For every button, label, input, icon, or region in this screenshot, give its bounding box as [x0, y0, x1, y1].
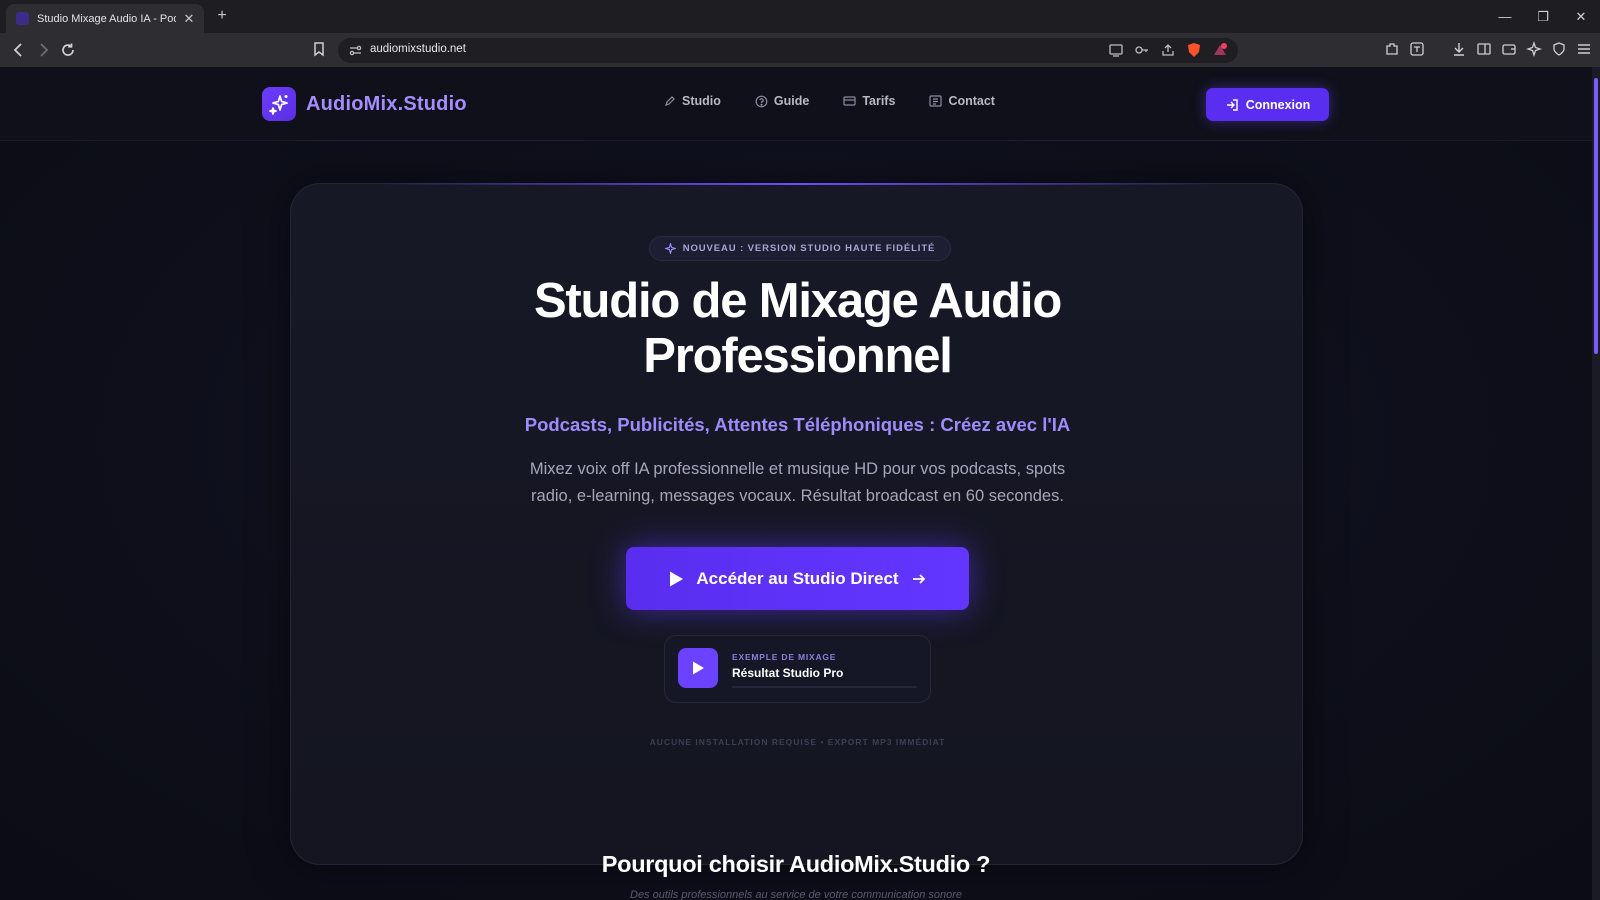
why-section-title: Pourquoi choisir AudioMix.Studio ? — [601, 851, 991, 877]
hero-subtitle: Podcasts, Publicités, Attentes Téléphoni… — [524, 414, 1071, 435]
scrollbar-thumb[interactable] — [1594, 78, 1598, 354]
back-button[interactable] — [10, 41, 30, 59]
tab-favicon-icon — [16, 12, 29, 25]
web-page: AudioMix.Studio Studio Guide Tarifs Cont… — [0, 67, 1592, 900]
sample-title: Résultat Studio Pro — [732, 666, 844, 680]
url-text: audiomixstudio.net — [370, 43, 466, 55]
card-icon — [843, 96, 856, 106]
badge-text: NOUVEAU : VERSION STUDIO HAUTE FIDÉLITÉ — [682, 243, 936, 254]
window-controls: — ❐ ✕ — [1486, 0, 1600, 33]
arrow-right-icon — [40, 43, 49, 57]
nav-label-studio: Studio — [682, 94, 721, 108]
site-settings-icon[interactable] — [349, 44, 362, 57]
brave-shield-icon[interactable] — [1186, 42, 1202, 58]
login-label: Connexion — [1245, 97, 1311, 112]
page-scrollbar[interactable] — [1592, 67, 1600, 900]
nav-item-tarifs[interactable]: Tarifs — [843, 94, 895, 108]
hero-title-line1: Studio de Mixage Audio — [533, 274, 1062, 328]
vpn-shield-icon[interactable] — [1551, 41, 1567, 57]
sample-play-button[interactable] — [678, 648, 718, 688]
wallet-icon[interactable] — [1501, 41, 1517, 57]
hero-title: Studio de Mixage Audio Professionnel — [291, 274, 1304, 384]
why-section-subtitle: Des outils professionnels au service de … — [630, 889, 962, 900]
reload-icon — [62, 43, 74, 56]
tab-title: Studio Mixage Audio IA - Podcast — [37, 12, 176, 25]
hero-card: NOUVEAU : VERSION STUDIO HAUTE FIDÉLITÉ … — [290, 183, 1303, 865]
nav-item-guide[interactable]: Guide — [755, 94, 809, 108]
share-icon[interactable] — [1160, 42, 1176, 58]
address-bar[interactable]: audiomixstudio.net — [338, 38, 1238, 63]
browser-tab-bar: Studio Mixage Audio IA - Podcast ✕ + — ❐… — [0, 0, 1600, 33]
close-window-button[interactable]: ✕ — [1562, 9, 1600, 25]
arrow-left-icon — [13, 43, 22, 57]
cta-label: Accéder au Studio Direct — [696, 568, 899, 588]
leo-ai-icon[interactable] — [1526, 41, 1542, 57]
pen-icon — [665, 96, 675, 106]
nav-item-contact[interactable]: Contact — [929, 94, 995, 108]
mix-sample-player: EXEMPLE DE MIXAGE Résultat Studio Pro — [664, 635, 931, 703]
new-version-badge: NOUVEAU : VERSION STUDIO HAUTE FIDÉLITÉ — [649, 236, 951, 261]
site-header: AudioMix.Studio Studio Guide Tarifs Cont… — [0, 67, 1592, 141]
hero-title-line2: Professionnel — [643, 329, 953, 383]
site-logo[interactable]: AudioMix.Studio — [262, 87, 467, 121]
help-circle-icon — [755, 95, 768, 107]
restore-button[interactable]: ❐ — [1524, 9, 1562, 25]
nav-label-contact: Contact — [948, 94, 995, 108]
translate-icon[interactable] — [1409, 41, 1425, 57]
sparkles-logo-icon — [262, 87, 296, 121]
nav-label-guide: Guide — [773, 94, 810, 108]
menu-icon[interactable] — [1576, 41, 1592, 57]
play-icon — [670, 571, 684, 586]
hero-glow-line — [381, 183, 1211, 185]
hero-description: Mixez voix off IA professionnelle et mus… — [529, 460, 1066, 505]
sample-progress-bar[interactable] — [732, 686, 917, 688]
forward-button[interactable] — [34, 41, 54, 59]
extensions-icon[interactable] — [1384, 41, 1400, 57]
nav-label-tarifs: Tarifs — [862, 94, 896, 108]
browser-tab-active[interactable]: Studio Mixage Audio IA - Podcast ✕ — [6, 4, 204, 33]
logo-text: AudioMix.Studio — [306, 92, 467, 115]
contact-card-icon — [929, 95, 943, 107]
arrow-right-icon — [912, 573, 925, 584]
login-button[interactable]: Connexion — [1206, 88, 1329, 121]
access-studio-button[interactable]: Accéder au Studio Direct — [626, 547, 969, 610]
sample-tag: EXEMPLE DE MIXAGE — [732, 652, 837, 662]
tab-close-icon[interactable]: ✕ — [182, 11, 196, 27]
brave-rewards-icon[interactable] — [1212, 42, 1228, 58]
main-nav: Studio Guide Tarifs Contact — [664, 94, 995, 108]
download-icon[interactable] — [1451, 41, 1467, 57]
cast-icon[interactable] — [1108, 42, 1124, 58]
reload-button[interactable] — [59, 41, 79, 59]
new-tab-button[interactable]: + — [212, 6, 232, 26]
key-icon[interactable] — [1134, 42, 1150, 58]
sidebar-icon[interactable] — [1476, 41, 1492, 57]
address-bar-actions — [1108, 42, 1228, 58]
minimize-button[interactable]: — — [1486, 9, 1524, 24]
login-icon — [1226, 98, 1238, 111]
extension-icons — [1384, 41, 1592, 57]
bookmark-button[interactable] — [312, 41, 326, 57]
browser-toolbar: audiomixstudio.net — [0, 33, 1600, 67]
nav-item-studio[interactable]: Studio — [664, 94, 721, 108]
bookmark-icon — [314, 42, 324, 57]
play-icon — [693, 661, 704, 675]
sparkle-icon — [664, 243, 676, 254]
hero-footnote: AUCUNE INSTALLATION REQUISE • EXPORT MP3… — [649, 737, 946, 747]
